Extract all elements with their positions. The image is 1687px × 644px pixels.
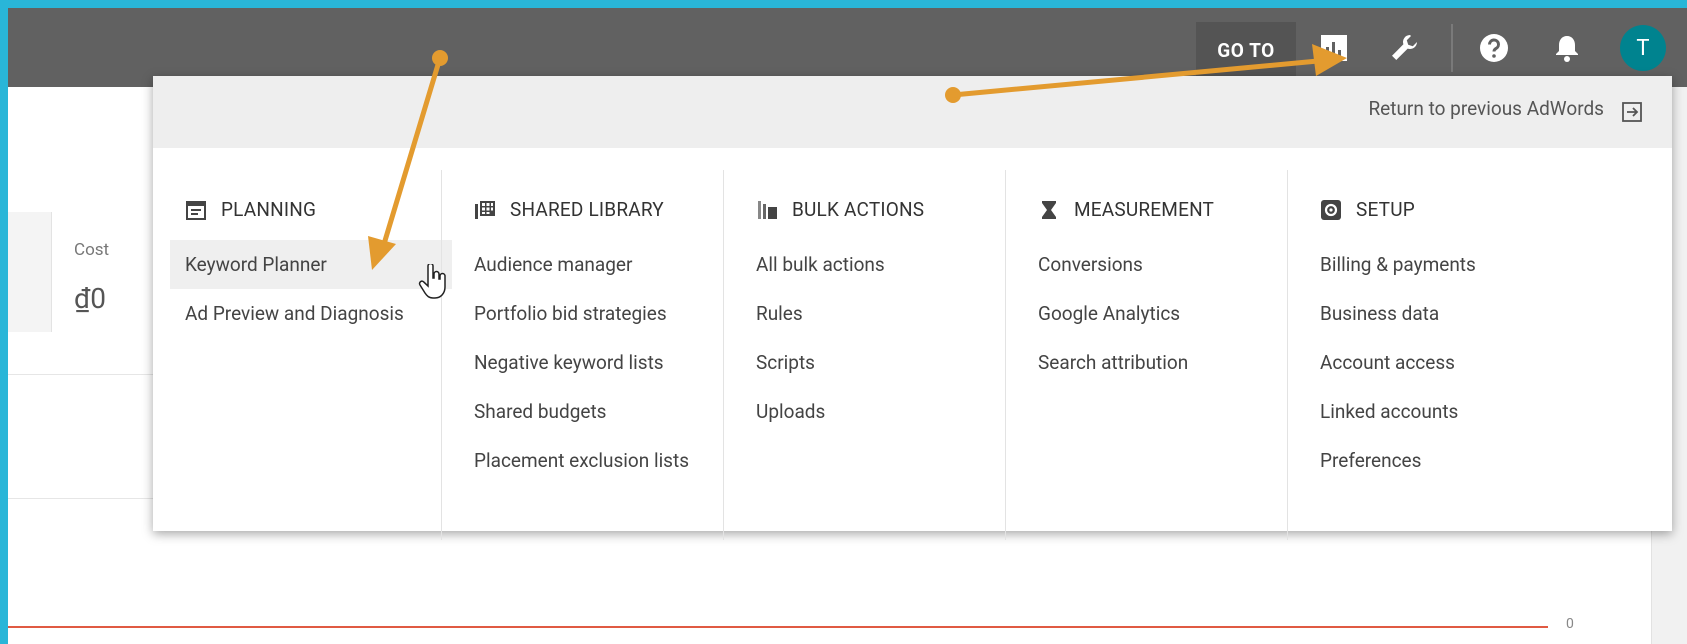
menu-item-all-bulk-actions[interactable]: All bulk actions xyxy=(724,240,1009,289)
menu-item-conversions[interactable]: Conversions xyxy=(1006,240,1291,289)
return-previous-link[interactable]: Return to previous AdWords xyxy=(1368,97,1604,120)
menu-item-audience-manager[interactable]: Audience manager xyxy=(442,240,727,289)
menu-item-linked-accounts[interactable]: Linked accounts xyxy=(1288,387,1573,436)
menu-item-rules[interactable]: Rules xyxy=(724,289,1009,338)
column-planning: PLANNING Keyword Planner Ad Preview and … xyxy=(153,162,453,532)
exit-icon[interactable] xyxy=(1620,100,1644,128)
calendar-icon xyxy=(186,200,206,220)
axis-zero-label: 0 xyxy=(1566,616,1574,632)
app-window: GO TO T Cost ₫0 0 Return to previous AdW… xyxy=(8,8,1687,644)
menu-item-google-analytics[interactable]: Google Analytics xyxy=(1006,289,1291,338)
column-shared-library: SHARED LIBRARY Audience manager Portfoli… xyxy=(442,162,742,532)
menu-item-scripts[interactable]: Scripts xyxy=(724,338,1009,387)
menu-item-billing-payments[interactable]: Billing & payments xyxy=(1288,240,1573,289)
menu-item-negative-keyword-lists[interactable]: Negative keyword lists xyxy=(442,338,727,387)
heading-label: SETUP xyxy=(1356,198,1415,221)
menu-item-placement-exclusion-lists[interactable]: Placement exclusion lists xyxy=(442,436,727,485)
column-heading: BULK ACTIONS xyxy=(756,198,924,221)
hourglass-icon xyxy=(1042,200,1056,219)
heading-label: SHARED LIBRARY xyxy=(510,198,664,221)
column-heading: PLANNING xyxy=(185,198,316,221)
menu-item-preferences[interactable]: Preferences xyxy=(1288,436,1573,485)
chart-line xyxy=(8,626,1548,628)
stat-label: Cost xyxy=(74,240,110,260)
menu-item-shared-budgets[interactable]: Shared budgets xyxy=(442,387,727,436)
help-icon[interactable] xyxy=(1474,28,1514,68)
menu-item-keyword-planner[interactable]: Keyword Planner xyxy=(170,240,452,289)
heading-label: PLANNING xyxy=(221,198,317,221)
column-setup: SETUP Billing & payments Business data A… xyxy=(1288,162,1588,532)
stat-value: ₫0 xyxy=(74,282,106,315)
toolbar-divider xyxy=(1451,24,1453,72)
hand-cursor-icon xyxy=(418,262,448,304)
menu-header: Return to previous AdWords xyxy=(153,76,1672,148)
menu-item-portfolio-bid-strategies[interactable]: Portfolio bid strategies xyxy=(442,289,727,338)
reports-icon[interactable] xyxy=(1314,28,1354,68)
menu-item-business-data[interactable]: Business data xyxy=(1288,289,1573,338)
copy-icon xyxy=(758,200,777,219)
menu-item-uploads[interactable]: Uploads xyxy=(724,387,1009,436)
column-bulk-actions: BULK ACTIONS All bulk actions Rules Scri… xyxy=(724,162,1024,532)
menu-item-account-access[interactable]: Account access xyxy=(1288,338,1573,387)
column-heading: MEASUREMENT xyxy=(1038,198,1214,221)
tools-menu: Return to previous AdWords PLANNING Keyw… xyxy=(153,76,1672,540)
column-heading: SHARED LIBRARY xyxy=(474,198,664,221)
menu-item-search-attribution[interactable]: Search attribution xyxy=(1006,338,1291,387)
library-icon xyxy=(475,200,495,219)
goto-button[interactable]: GO TO xyxy=(1196,22,1296,78)
heading-label: BULK ACTIONS xyxy=(792,198,925,221)
wrench-icon[interactable] xyxy=(1384,28,1424,68)
avatar[interactable]: T xyxy=(1620,25,1666,71)
column-measurement: MEASUREMENT Conversions Google Analytics… xyxy=(1006,162,1306,532)
column-heading: SETUP xyxy=(1320,198,1415,221)
menu-item-ad-preview[interactable]: Ad Preview and Diagnosis xyxy=(153,289,438,338)
bell-icon[interactable] xyxy=(1547,28,1587,68)
heading-label: MEASUREMENT xyxy=(1074,198,1215,221)
gear-icon xyxy=(1321,199,1341,220)
